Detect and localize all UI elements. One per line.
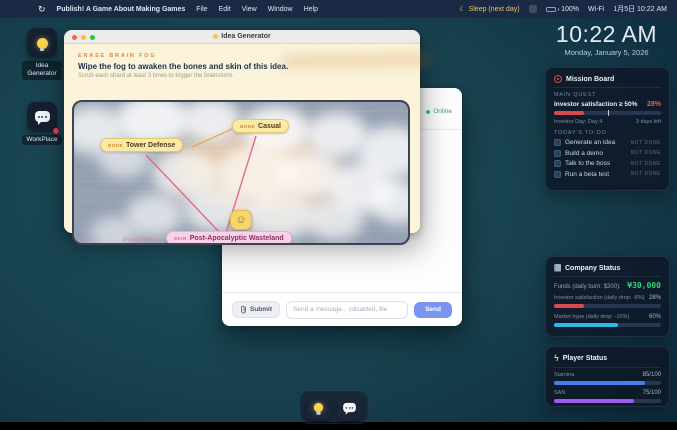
desktop-icon-workplace[interactable]: WorkPlace <box>22 102 61 145</box>
todo-checkbox <box>554 150 561 157</box>
lightbulb-icon <box>314 402 323 411</box>
metric-value: 75/100 <box>643 390 661 396</box>
clock-date: Monday, January 5, 2026 <box>543 48 670 57</box>
emoji-sticker[interactable]: ☺ <box>230 210 252 230</box>
window-titlebar[interactable]: Idea Generator <box>64 30 420 44</box>
menu-bar: ↻ Publish! A Game About Making Games Fil… <box>0 0 677 18</box>
funds-label: Funds (daily burn: $200): <box>554 284 621 290</box>
san-bar <box>554 399 661 403</box>
menu-window[interactable]: Window <box>268 6 293 13</box>
quest-progress-bar <box>554 111 661 115</box>
todo-checkbox <box>554 171 561 178</box>
battery-status[interactable]: 100% <box>546 6 579 13</box>
menu-help[interactable]: Help <box>304 6 318 13</box>
company-status-header: Company Status <box>554 264 661 277</box>
investor-satisfaction-bar <box>554 304 661 308</box>
notification-badge <box>52 127 60 135</box>
player-status-panel: ϟ Player Status Stamina 85/100 SAN 75/10… <box>545 346 670 407</box>
todo-status: NOT DONE <box>631 150 661 156</box>
tag-post-apocalyptic-wasteland[interactable]: SKIN Post-Apocalyptic Wasteland <box>166 231 292 245</box>
mission-board-panel: Mission Board MAIN QUEST Investor satisf… <box>545 67 670 191</box>
icon-label: Idea Generator <box>22 61 62 80</box>
player-status-header: ϟ Player Status <box>554 354 661 368</box>
system-logo-icon[interactable]: ↻ <box>38 4 46 15</box>
moon-icon: ☾ <box>459 5 465 13</box>
tag-pixel-retro[interactable]: Pixel Retro <box>116 234 167 245</box>
target-icon <box>554 75 562 83</box>
window-title-icon <box>213 34 218 39</box>
stamina-bar <box>554 381 661 385</box>
sleep-status[interactable]: ☾ Sleep (next day) <box>459 5 519 13</box>
metric-label: Market hype (daily drop: -10%) <box>554 314 629 320</box>
message-input[interactable] <box>286 301 408 319</box>
instruction-subtext: Scrub each shard at least 3 times to tri… <box>78 73 406 79</box>
idea-window-content: ERASE BRAIN FOG Wipe the fog to awaken t… <box>64 44 420 233</box>
submit-button[interactable]: Submit <box>232 301 280 318</box>
metric-value: 28% <box>649 295 661 301</box>
quest-value: 28% <box>647 101 661 108</box>
desktop-icon-column: Idea Generator WorkPlace <box>22 28 62 145</box>
online-status-badge: Online <box>426 108 452 115</box>
investor-day-label: Investor Day: Day 4 <box>554 119 602 125</box>
wifi-status[interactable]: Wi-Fi <box>588 6 604 13</box>
mission-board-header: Mission Board <box>554 75 661 88</box>
company-status-panel: Company Status Funds (daily burn: $200):… <box>545 256 670 337</box>
app-name[interactable]: Publish! A Game About Making Games <box>57 6 186 13</box>
send-button[interactable]: Send <box>414 302 452 318</box>
todo-item: Generate an idea NOT DONE <box>554 139 661 146</box>
quest-label: Investor satisfaction ≥ 50% <box>554 101 637 108</box>
lightning-icon: ϟ <box>554 354 559 363</box>
todo-item: Talk to the boss NOT DONE <box>554 160 661 167</box>
metric-label: Stamina <box>554 372 574 378</box>
quest-target-marker <box>608 110 610 116</box>
todo-status: NOT DONE <box>631 140 661 146</box>
tag-casual[interactable]: BONE Casual <box>232 119 289 133</box>
metric-value: 60% <box>649 314 661 320</box>
menu-edit[interactable]: Edit <box>219 6 231 13</box>
metric-label: SAN <box>554 390 565 396</box>
blurred-scribble <box>282 53 430 69</box>
online-dot-icon <box>426 110 430 114</box>
icon-label: WorkPlace <box>22 135 61 145</box>
paperclip-icon <box>240 305 247 314</box>
zoom-button[interactable] <box>90 35 95 40</box>
metric-label: Investor satisfaction (daily drop: -8%) <box>554 295 644 301</box>
todo-checkbox <box>554 139 561 146</box>
close-button[interactable] <box>72 35 77 40</box>
dock <box>299 390 369 424</box>
desktop-icon-idea-generator[interactable]: Idea Generator <box>22 28 62 80</box>
market-hype-bar <box>554 323 661 327</box>
days-left-label: 3 days left <box>636 119 661 125</box>
minimize-button[interactable] <box>81 35 86 40</box>
building-icon <box>554 264 561 272</box>
section-main-quest: MAIN QUEST <box>554 92 661 98</box>
todo-status: NOT DONE <box>631 161 661 167</box>
chat-bubble-icon[interactable] <box>27 102 57 132</box>
dock-item-workplace[interactable] <box>337 395 362 420</box>
idea-generator-window: Idea Generator ERASE BRAIN FOG Wipe the … <box>64 30 420 233</box>
lightbulb-icon[interactable] <box>27 28 57 58</box>
todo-checkbox <box>554 160 561 167</box>
metric-value: 85/100 <box>643 372 661 378</box>
todo-status: NOT DONE <box>631 171 661 177</box>
dock-item-idea-generator[interactable] <box>306 395 331 420</box>
menu-view[interactable]: View <box>242 6 257 13</box>
brain-fog-canvas[interactable]: BONE Tower Defense BONE Casual SKIN Post… <box>72 100 410 245</box>
menubar-clock[interactable]: 1月5日 10:22 AM <box>613 4 667 14</box>
menu-file[interactable]: File <box>196 6 207 13</box>
todo-item: Build a demo NOT DONE <box>554 150 661 157</box>
todo-item: Run a beta test NOT DONE <box>554 171 661 178</box>
clock-widget: 10:22 AM Monday, January 5, 2026 <box>543 22 670 57</box>
chat-bubble-icon <box>343 402 356 411</box>
window-title: Idea Generator <box>213 33 270 40</box>
funds-value: ¥30,000 <box>627 281 661 290</box>
desktop: ↻ Publish! A Game About Making Games Fil… <box>0 0 677 430</box>
battery-icon <box>546 7 556 12</box>
section-todo: TODAY'S TO-DO <box>554 130 661 136</box>
chat-input-bar: Submit Send <box>222 292 462 326</box>
clock-time: 10:22 AM <box>543 22 670 47</box>
input-source-icon[interactable] <box>529 5 537 13</box>
tag-tower-defense[interactable]: BONE Tower Defense <box>100 138 183 152</box>
